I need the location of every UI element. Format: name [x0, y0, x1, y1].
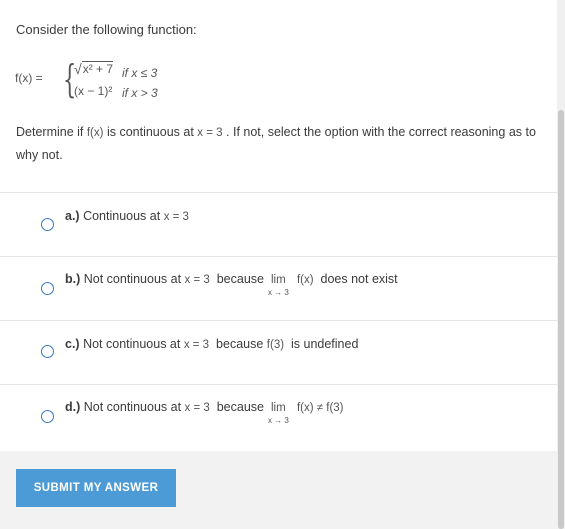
- option-a-letter: a.): [65, 209, 80, 223]
- function-lhs: f(x) =: [15, 71, 43, 85]
- question-intro: Consider the following function:: [16, 22, 197, 37]
- prompt-fx: f(x): [86, 127, 104, 139]
- case-1-expression: x² + 7: [81, 61, 114, 76]
- option-c-text: Not continuous at: [79, 337, 184, 351]
- option-b-lim: lim: [270, 274, 286, 286]
- option-d-text: Not continuous at: [80, 400, 185, 414]
- option-a-math: x = 3: [163, 211, 189, 223]
- prompt-x3: x = 3: [197, 127, 223, 139]
- option-d-lim-sub: x → 3: [267, 416, 289, 425]
- prompt-text-2: is continuous at: [103, 125, 198, 139]
- option-c-tail-text: is undefined: [291, 337, 359, 351]
- option-d-limit: lim x → 3: [268, 402, 297, 425]
- question-panel: Consider the following function: f(x) = …: [0, 0, 557, 192]
- function-case-1: √ x² + 7: [74, 61, 114, 77]
- radio-c[interactable]: [41, 345, 54, 358]
- prompt-text-1: Determine if: [16, 125, 87, 139]
- option-a-text: Continuous at: [79, 209, 164, 223]
- footer-bar: SUBMIT MY ANSWER: [0, 451, 557, 529]
- option-b-label[interactable]: b.) Not continuous at x = 3 because lim x…: [65, 272, 398, 297]
- option-c-label[interactable]: c.) Not continuous at x = 3 because f(3)…: [65, 337, 358, 351]
- option-b-math: x = 3: [184, 274, 210, 286]
- option-b-text: Not continuous at: [80, 272, 185, 286]
- scrollbar-thumb[interactable]: [558, 110, 564, 529]
- case-2-condition: if x > 3: [122, 86, 158, 100]
- option-d-tail-math: f(x) ≠ f(3): [296, 402, 344, 414]
- option-d-letter: d.): [65, 400, 81, 414]
- option-b[interactable]: b.) Not continuous at x = 3 because lim x…: [0, 256, 557, 321]
- option-d-lim: lim: [270, 402, 286, 414]
- option-a[interactable]: a.) Continuous at x = 3: [0, 193, 557, 257]
- sqrt-icon: √: [74, 61, 82, 77]
- radio-d[interactable]: [41, 410, 54, 423]
- option-c-letter: c.): [65, 337, 80, 351]
- case-2-expression: (x − 1)²: [74, 84, 113, 98]
- option-a-label[interactable]: a.) Continuous at x = 3: [65, 209, 189, 223]
- option-b-because: because: [216, 272, 264, 286]
- piecewise-function: f(x) = { √ x² + 7 if x ≤ 3 (x − 1)² if x …: [15, 58, 215, 102]
- answer-options: a.) Continuous at x = 3 b.) Not continuo…: [0, 192, 557, 452]
- option-b-letter: b.): [65, 272, 81, 286]
- option-d-label[interactable]: d.) Not continuous at x = 3 because lim x…: [65, 400, 344, 425]
- radio-a[interactable]: [41, 218, 54, 231]
- option-c[interactable]: c.) Not continuous at x = 3 because f(3)…: [0, 320, 557, 385]
- option-c-tail-math: f(3): [266, 339, 285, 351]
- option-b-tail-math: f(x): [296, 274, 314, 286]
- submit-answer-button[interactable]: SUBMIT MY ANSWER: [16, 469, 176, 507]
- option-d-because: because: [216, 400, 264, 414]
- option-b-limit: lim x → 3: [268, 274, 297, 297]
- option-c-math: x = 3: [183, 339, 210, 351]
- question-prompt: Determine if f(x) is continuous at x = 3…: [16, 121, 546, 166]
- option-d-math: x = 3: [184, 402, 210, 414]
- case-1-condition: if x ≤ 3: [122, 66, 158, 80]
- option-b-tail-text: does not exist: [320, 272, 398, 286]
- option-d[interactable]: d.) Not continuous at x = 3 because lim x…: [0, 384, 557, 452]
- radio-b[interactable]: [41, 282, 54, 295]
- option-c-because: because: [216, 337, 264, 351]
- option-b-lim-sub: x → 3: [267, 288, 289, 297]
